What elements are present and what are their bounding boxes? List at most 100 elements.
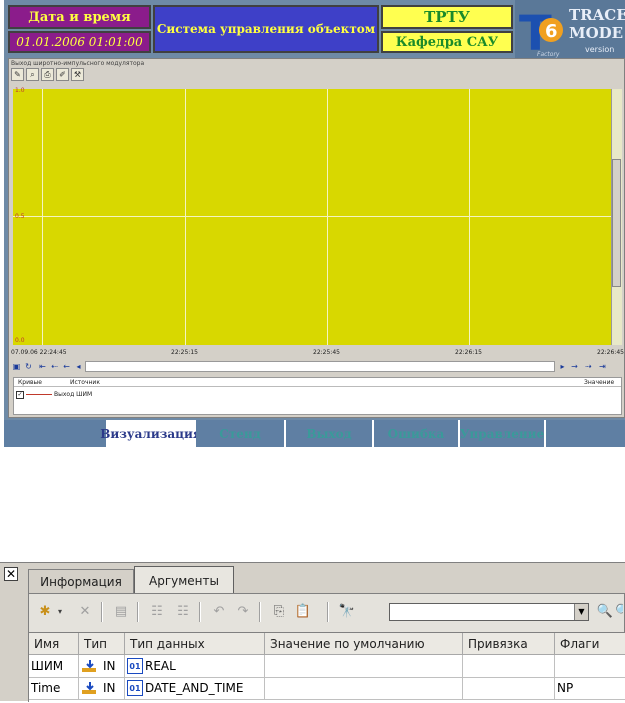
system-title: Система управления объектом [153,5,379,53]
chevron-down-icon[interactable]: ▾ [55,603,65,621]
chevron-down-icon[interactable]: ▼ [574,604,588,620]
scrollbar-thumb[interactable] [612,159,621,287]
tab-information[interactable]: Информация [28,569,134,594]
logo-number: 6 [545,21,558,42]
close-icon[interactable]: ✕ [4,567,18,581]
grid-line [185,89,186,345]
cell-type[interactable]: IN [79,655,125,677]
cell-flags[interactable]: NP [555,677,625,699]
grid-line [469,89,470,345]
step-back-icon[interactable]: ⇠ [49,361,60,372]
scroll-right-icon[interactable]: ▸ [557,361,568,372]
cell-default[interactable] [265,677,463,699]
trend-toolbar: ✎ ⌕ ⎙ ✐ ⚒ [11,68,84,82]
arguments-toolbar: ✱ ▾ ✕ ▤ ☷ ☷ ↶ ↷ ⎘ 📋 🔭 ▼ 🔍 🔍 [33,599,623,625]
tab-visualization[interactable]: Визуализация [100,420,202,447]
data-type-icon: 01 [127,680,143,696]
col-header-binding[interactable]: Привязка [463,633,555,655]
cell-name[interactable]: Time [29,677,79,699]
department-label: Кафедра САУ [381,31,513,53]
logo-factory: Factory [537,51,560,58]
legend-col-source: Источник [70,379,100,386]
copy-icon[interactable]: ⎘ [269,603,289,621]
cell-type[interactable]: IN [79,677,125,699]
cell-name[interactable]: ШИМ [29,655,79,677]
legend-item[interactable]: ✓ Выход ШИМ [16,390,92,399]
tab-arguments[interactable]: Аргументы [134,566,234,595]
trend-title: Выход широтно-импульсного модулятора [11,60,145,67]
paste-icon[interactable]: 📋 [293,603,313,621]
tool-icon[interactable]: ⚒ [71,68,84,81]
find-next-icon[interactable]: 🔍 [615,603,623,621]
forward-icon[interactable]: → [569,361,580,372]
tab-control[interactable]: Управление [460,420,546,447]
move-down-icon[interactable]: ☷ [173,603,193,621]
input-arrow-icon [81,681,101,695]
tab-error[interactable]: Ошибка [374,420,460,447]
logo-brand-1: TRACE [569,6,625,24]
find-binoculars-icon[interactable]: 🔭 [337,603,357,621]
org-label: ТРТУ [381,5,513,29]
legend-col-curves: Кривые [18,379,42,386]
col-header-flags[interactable]: Флаги [555,633,625,655]
cell-default[interactable] [265,655,463,677]
undo-icon[interactable]: ↶ [209,603,229,621]
legend-checkbox[interactable]: ✓ [16,390,24,399]
tab-spacer [546,420,625,447]
x-tick-label: 22:25:15 [171,349,198,356]
edit-icon[interactable]: ✐ [56,68,69,81]
toolbar-separator [327,602,329,622]
print-icon[interactable]: ⎙ [41,68,54,81]
cell-type-text: IN [103,681,116,695]
new-argument-icon[interactable]: ✱ [35,603,55,621]
hmi-window: Дата и время 01.01.2006 01:01:00 Система… [4,0,625,447]
tab-stand[interactable]: Стенд [196,420,286,447]
cell-binding[interactable] [463,677,555,699]
scroll-left-icon[interactable]: ◂ [73,361,84,372]
table-row[interactable]: Time IN 01 DATE_AND_TIME NP [29,677,625,700]
hmi-nav-tabs: Визуализация Стенд Выход Ошибка Управлен… [4,420,625,447]
rewind-icon[interactable]: ⇤ [37,361,48,372]
col-header-default-value[interactable]: Значение по умолчанию [265,633,463,655]
col-header-type[interactable]: Тип [79,633,125,655]
grid-line [327,89,328,345]
step-forward-icon[interactable]: ⇢ [583,361,594,372]
trend-mode-icon[interactable]: ▣ [11,361,22,372]
properties-icon[interactable]: ▤ [111,603,131,621]
x-tick-label: 22:26:45 [597,349,624,356]
cell-data-type[interactable]: 01 REAL [125,655,265,677]
logo-brand-2: MODE [569,24,623,42]
move-up-icon[interactable]: ☷ [147,603,167,621]
grid-line [42,89,43,345]
table-row[interactable]: ШИМ IN 01 REAL [29,655,625,678]
cell-data-type[interactable]: 01 DATE_AND_TIME [125,677,265,699]
trend-plot-area[interactable]: 1.0 0.5 0.0 [13,87,611,345]
toolbar-separator [137,602,139,622]
refresh-icon[interactable]: ↻ [23,361,34,372]
trend-horizontal-scrollbar[interactable] [85,361,555,372]
find-previous-icon[interactable]: 🔍 [595,603,615,621]
toolbar-separator [199,602,201,622]
tab-output[interactable]: Выход [286,420,374,447]
col-header-name[interactable]: Имя [29,633,79,655]
arguments-dialog: ✕ Информация Аргументы ✱ ▾ ✕ ▤ ☷ ☷ ↶ ↷ ⎘… [0,562,625,703]
data-type-icon: 01 [127,658,143,674]
legend-col-value: Значение [584,379,615,386]
pencil-icon[interactable]: ✎ [11,68,24,81]
zoom-icon[interactable]: ⌕ [26,68,39,81]
legend-item-name: Выход ШИМ [54,391,93,398]
col-header-data-type[interactable]: Тип данных [125,633,265,655]
fast-forward-icon[interactable]: ⇥ [597,361,608,372]
search-input[interactable]: ▼ [389,603,589,621]
back-icon[interactable]: ← [61,361,72,372]
toolbar-separator [259,602,261,622]
x-tick-label: 22:26:15 [455,349,482,356]
cell-binding[interactable] [463,655,555,677]
redo-icon[interactable]: ↷ [233,603,253,621]
tab-spacer [4,420,108,447]
delete-icon[interactable]: ✕ [75,603,95,621]
arguments-panel: ✱ ▾ ✕ ▤ ☷ ☷ ↶ ↷ ⎘ 📋 🔭 ▼ 🔍 🔍 Имя Тип Ти [28,593,625,703]
cell-flags[interactable] [555,655,625,677]
y-tick-label: 0.0 [15,337,25,344]
y-tick-label: 0.5 [15,213,25,220]
